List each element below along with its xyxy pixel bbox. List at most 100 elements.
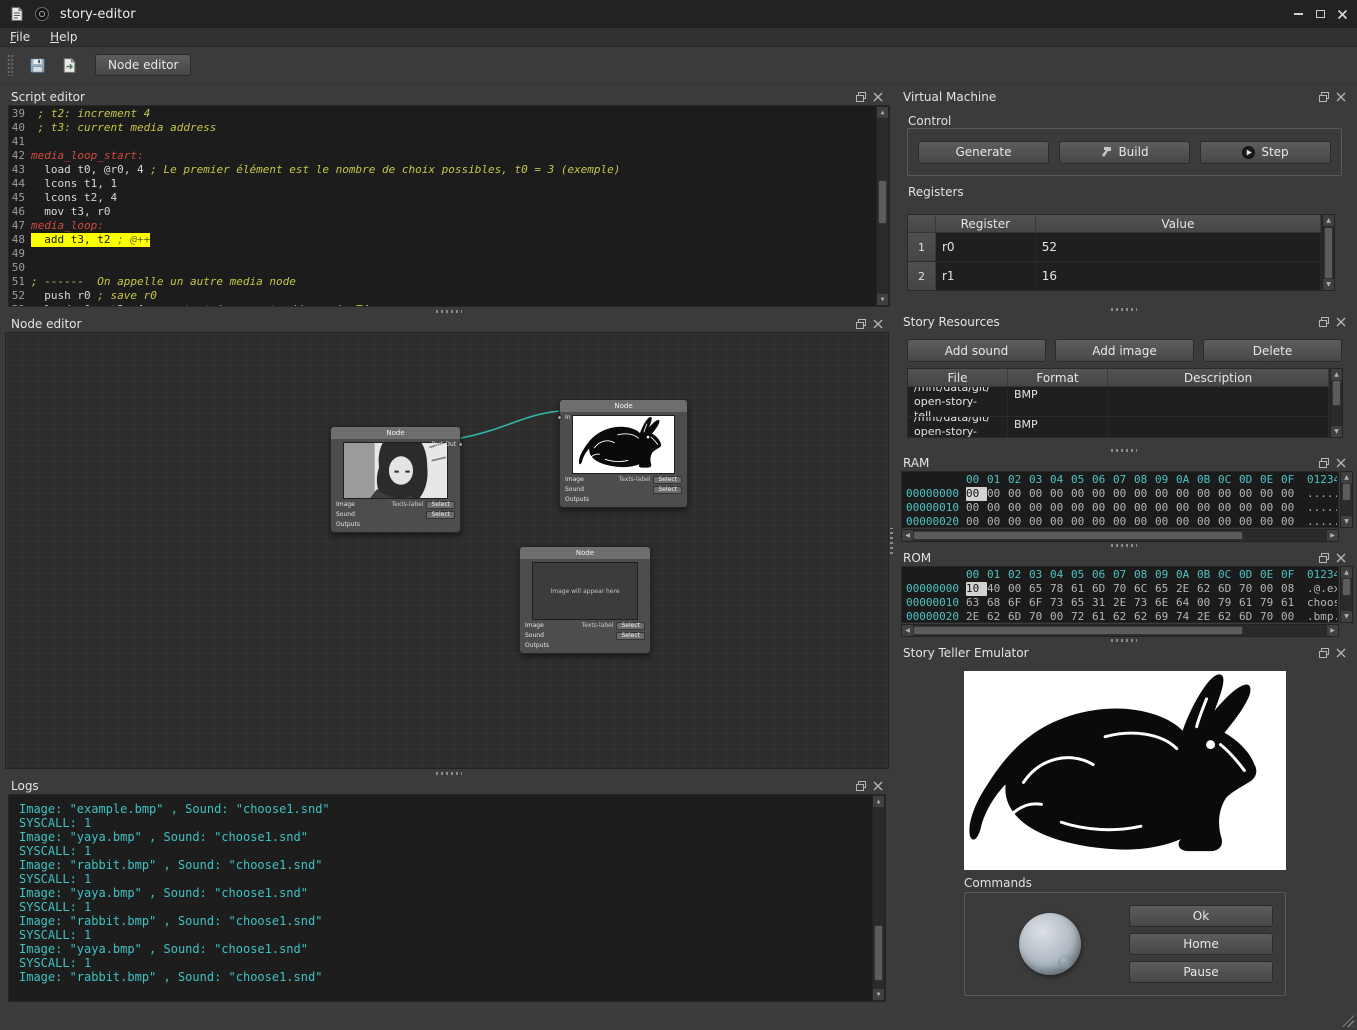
hex-byte-selected[interactable]: 00	[966, 487, 987, 501]
hex-byte-cell[interactable]: 00	[987, 501, 1008, 515]
scrollbar-track[interactable]	[1331, 380, 1342, 426]
undock-panel-icon[interactable]	[1318, 552, 1330, 564]
resource-row[interactable]: /mnt/data/git/ open-story-tell…BMP	[908, 387, 1329, 417]
column-header[interactable]: File	[908, 369, 1008, 386]
hex-byte-cell[interactable]: 6D	[1218, 582, 1239, 596]
hex-byte-cell[interactable]: 00	[1008, 487, 1029, 501]
register-value-cell[interactable]: 52	[1036, 233, 1321, 261]
hex-byte-cell[interactable]: 61	[1239, 596, 1260, 610]
resources-scrollbar[interactable]: ▲▼	[1330, 368, 1343, 438]
node-editor-panel-titlebar[interactable]: Node editor	[4, 315, 890, 332]
registers-table[interactable]: RegisterValue1r0522r116	[907, 214, 1322, 291]
register-row[interactable]: 1r052	[908, 233, 1321, 262]
scrollbar-track[interactable]	[1323, 226, 1334, 279]
hex-byte-cell[interactable]: 62	[1218, 610, 1239, 623]
port-out-dot[interactable]	[458, 442, 463, 447]
hex-byte-cell[interactable]: 62	[1134, 610, 1155, 623]
media-node[interactable]: Node ImageTexts-labelSelectSoundSelectOu…	[330, 426, 461, 533]
emulator-panel-titlebar[interactable]: Story Teller Emulator	[896, 644, 1353, 661]
close-panel-icon[interactable]	[872, 780, 884, 792]
scroll-down-arrow-icon[interactable]: ▼	[1331, 426, 1342, 437]
file-cell[interactable]: /mnt/data/git/ open-story-tell…	[908, 387, 1008, 416]
resources-table[interactable]: FileFormatDescription/mnt/data/git/ open…	[907, 368, 1330, 438]
hex-byte-cell[interactable]: 63	[966, 596, 987, 610]
close-panel-icon[interactable]	[872, 318, 884, 330]
hex-byte-cell[interactable]: 62	[1113, 610, 1134, 623]
node-select-button[interactable]: Select	[426, 501, 455, 509]
ram-hscrollbar[interactable]: ◀▶	[901, 529, 1339, 542]
maximize-button[interactable]	[1309, 4, 1331, 24]
hex-byte-cell[interactable]: 72	[1071, 610, 1092, 623]
ram-vscrollbar[interactable]: ▲▼	[1340, 471, 1353, 528]
hex-byte-cell[interactable]: 65	[1155, 582, 1176, 596]
hex-byte-cell[interactable]: 00	[1239, 515, 1260, 528]
undock-panel-icon[interactable]	[1318, 647, 1330, 659]
hex-byte-cell[interactable]: 6C	[1134, 582, 1155, 596]
splitter-handle[interactable]	[890, 528, 893, 554]
hex-byte-cell[interactable]: 65	[1071, 596, 1092, 610]
ok-button[interactable]: Ok	[1129, 905, 1273, 927]
hex-byte-cell[interactable]: 73	[1134, 596, 1155, 610]
splitter-handle[interactable]	[436, 772, 462, 775]
rom-hscrollbar[interactable]: ◀▶	[901, 624, 1339, 637]
column-header[interactable]: Register	[936, 215, 1036, 232]
splitter-handle[interactable]	[1111, 308, 1137, 311]
add-image-button[interactable]: Add image	[1055, 339, 1194, 362]
hex-byte-cell[interactable]: 00	[1260, 582, 1281, 596]
vm-panel-titlebar[interactable]: Virtual Machine	[896, 88, 1353, 105]
window-resize-grip[interactable]	[1342, 1015, 1354, 1027]
hex-byte-cell[interactable]: 00	[1197, 596, 1218, 610]
hex-byte-cell[interactable]: 00	[1092, 501, 1113, 515]
scroll-up-arrow-icon[interactable]: ▲	[1341, 472, 1352, 483]
splitter-handle[interactable]	[1111, 544, 1137, 547]
hex-byte-cell[interactable]: 68	[987, 596, 1008, 610]
format-cell[interactable]: BMP	[1008, 387, 1108, 416]
generate-button[interactable]: Generate	[918, 141, 1049, 164]
scroll-up-arrow-icon[interactable]: ▲	[877, 107, 888, 118]
delete-button[interactable]: Delete	[1203, 339, 1342, 362]
hex-byte-cell[interactable]: 00	[1029, 501, 1050, 515]
undock-panel-icon[interactable]	[1318, 316, 1330, 328]
node-select-button[interactable]: Select	[426, 511, 455, 519]
scrollbar-thumb[interactable]	[874, 925, 883, 981]
hex-byte-cell[interactable]: 00	[966, 501, 987, 515]
titlebar[interactable]: story-editor	[0, 0, 1357, 28]
toolbar-grip[interactable]	[7, 54, 14, 76]
hex-byte-cell[interactable]: 00	[1281, 487, 1302, 501]
scrollbar-track[interactable]	[1341, 483, 1352, 516]
hex-byte-cell[interactable]: 00	[1155, 515, 1176, 528]
hex-byte-cell[interactable]: 00	[1029, 487, 1050, 501]
scroll-up-arrow-icon[interactable]: ▲	[1323, 215, 1334, 226]
node-select-button[interactable]: Select	[653, 476, 682, 484]
register-name-cell[interactable]: r0	[936, 233, 1036, 261]
hex-byte-cell[interactable]: 00	[1071, 487, 1092, 501]
hex-byte-cell[interactable]: 2E	[966, 610, 987, 623]
scroll-up-arrow-icon[interactable]: ▲	[873, 796, 884, 807]
close-panel-icon[interactable]	[872, 91, 884, 103]
scrollbar-track[interactable]	[877, 118, 888, 294]
script-editor[interactable]: 39 ; t2: increment 440 ; t3: current med…	[8, 105, 890, 307]
hex-byte-cell[interactable]: 00	[1176, 515, 1197, 528]
hex-byte-cell[interactable]: 62	[1197, 582, 1218, 596]
minimize-button[interactable]	[1287, 4, 1309, 24]
hex-byte-cell[interactable]: 00	[1239, 501, 1260, 515]
splitter-handle[interactable]	[1111, 449, 1137, 452]
description-cell[interactable]	[1108, 417, 1329, 438]
node-editor-toggle-button[interactable]: Node editor	[95, 54, 191, 76]
scroll-right-arrow-icon[interactable]: ▶	[1327, 530, 1338, 541]
register-value-cell[interactable]: 16	[1036, 262, 1321, 290]
hex-byte-cell[interactable]: 61	[1071, 582, 1092, 596]
hex-byte-cell[interactable]: 6E	[1155, 596, 1176, 610]
scrollbar-track[interactable]	[913, 625, 1327, 636]
hex-byte-cell[interactable]: 65	[1029, 582, 1050, 596]
node-select-button[interactable]: Select	[616, 632, 645, 640]
hex-byte-cell[interactable]: 00	[1134, 515, 1155, 528]
build-button[interactable]: Build	[1059, 141, 1190, 164]
hex-byte-cell[interactable]: 00	[1260, 501, 1281, 515]
hex-byte-cell[interactable]: 00	[1134, 487, 1155, 501]
hex-byte-cell[interactable]: 6D	[1092, 582, 1113, 596]
hex-byte-cell[interactable]: 00	[1008, 515, 1029, 528]
hex-byte-cell[interactable]: 00	[1260, 487, 1281, 501]
hex-byte-cell[interactable]: 00	[1197, 487, 1218, 501]
scrollbar-thumb[interactable]	[1332, 380, 1341, 406]
